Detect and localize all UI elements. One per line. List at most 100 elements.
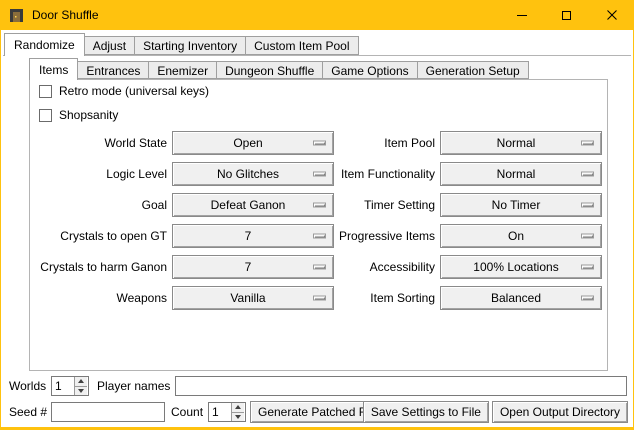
count-spin-arrows bbox=[231, 403, 244, 421]
item-sorting-value: Balanced bbox=[491, 291, 551, 305]
world-state-value: Open bbox=[233, 136, 272, 150]
timer-setting-label: Timer Setting bbox=[339, 193, 435, 217]
world-state-label: World State bbox=[37, 131, 167, 155]
worlds-spin-arrows bbox=[74, 377, 87, 395]
progressive-items-value: On bbox=[508, 229, 534, 243]
timer-setting-value: No Timer bbox=[492, 198, 551, 212]
spin-up-button[interactable] bbox=[75, 377, 87, 386]
tab-adjust[interactable]: Adjust bbox=[84, 36, 135, 55]
close-button[interactable] bbox=[589, 0, 634, 30]
retro-mode-row: Retro mode (universal keys) bbox=[39, 84, 209, 98]
weapons-label: Weapons bbox=[37, 286, 167, 310]
tab-dungeon-shuffle[interactable]: Dungeon Shuffle bbox=[216, 61, 323, 79]
minimize-icon bbox=[517, 15, 527, 16]
output-buttons: Save Settings to File Open Output Direct… bbox=[363, 401, 628, 423]
dropdown-indicator-icon bbox=[313, 172, 326, 177]
timer-setting-dropdown[interactable]: No Timer bbox=[440, 193, 602, 217]
tab-items[interactable]: Items bbox=[29, 58, 78, 80]
arrow-up-icon bbox=[78, 379, 84, 383]
item-pool-dropdown[interactable]: Normal bbox=[440, 131, 602, 155]
crystals-ganon-label: Crystals to harm Ganon bbox=[37, 255, 167, 279]
caption-buttons bbox=[499, 0, 634, 30]
goal-label: Goal bbox=[37, 193, 167, 217]
spin-down-button[interactable] bbox=[75, 386, 87, 396]
dropdown-indicator-icon bbox=[581, 172, 594, 177]
tab-randomize[interactable]: Randomize bbox=[4, 33, 85, 56]
arrow-down-icon bbox=[235, 415, 241, 419]
logic-level-value: No Glitches bbox=[217, 167, 289, 181]
count-value-input[interactable] bbox=[209, 403, 231, 421]
weapons-dropdown[interactable]: Vanilla bbox=[172, 286, 334, 310]
dropdown-indicator-icon bbox=[313, 141, 326, 146]
dropdown-indicator-icon bbox=[581, 141, 594, 146]
dropdown-indicator-icon bbox=[581, 296, 594, 301]
app-window: Door Shuffle Randomize Adjust Starting I… bbox=[0, 0, 634, 430]
close-icon bbox=[607, 10, 617, 20]
progressive-items-label: Progressive Items bbox=[339, 224, 435, 248]
tab-starting-inventory[interactable]: Starting Inventory bbox=[134, 36, 246, 55]
inner-tab-bar: Items Entrances Enemizer Dungeon Shuffle… bbox=[29, 58, 529, 80]
tab-custom-item-pool[interactable]: Custom Item Pool bbox=[245, 36, 358, 55]
progressive-items-dropdown[interactable]: On bbox=[440, 224, 602, 248]
dropdown-indicator-icon bbox=[581, 203, 594, 208]
maximize-button[interactable] bbox=[544, 0, 589, 30]
retro-mode-label: Retro mode (universal keys) bbox=[59, 84, 209, 98]
dropdown-indicator-icon bbox=[313, 296, 326, 301]
minimize-button[interactable] bbox=[499, 0, 544, 30]
accessibility-dropdown[interactable]: 100% Locations bbox=[440, 255, 602, 279]
dropdown-indicator-icon bbox=[581, 234, 594, 239]
weapons-value: Vanilla bbox=[230, 291, 275, 305]
retro-mode-checkbox[interactable] bbox=[39, 85, 52, 98]
spin-down-button[interactable] bbox=[232, 412, 244, 422]
dropdown-indicator-icon bbox=[581, 265, 594, 270]
count-spinner[interactable] bbox=[208, 402, 246, 422]
shopsanity-checkbox[interactable] bbox=[39, 109, 52, 122]
player-names-label: Player names bbox=[97, 375, 170, 397]
item-sorting-label: Item Sorting bbox=[339, 286, 435, 310]
crystals-gt-label: Crystals to open GT bbox=[37, 224, 167, 248]
dropdown-indicator-icon bbox=[313, 265, 326, 270]
crystals-ganon-value: 7 bbox=[245, 260, 262, 274]
spin-up-button[interactable] bbox=[232, 403, 244, 412]
item-functionality-dropdown[interactable]: Normal bbox=[440, 162, 602, 186]
save-settings-button[interactable]: Save Settings to File bbox=[363, 401, 489, 423]
logic-level-label: Logic Level bbox=[37, 162, 167, 186]
shopsanity-row: Shopsanity bbox=[39, 108, 118, 122]
arrow-down-icon bbox=[78, 389, 84, 393]
goal-value: Defeat Ganon bbox=[211, 198, 296, 212]
open-output-directory-button[interactable]: Open Output Directory bbox=[492, 401, 628, 423]
dropdown-indicator-icon bbox=[313, 203, 326, 208]
logic-level-dropdown[interactable]: No Glitches bbox=[172, 162, 334, 186]
item-pool-value: Normal bbox=[497, 136, 546, 150]
accessibility-value: 100% Locations bbox=[473, 260, 568, 274]
crystals-ganon-dropdown[interactable]: 7 bbox=[172, 255, 334, 279]
shopsanity-label: Shopsanity bbox=[59, 108, 118, 122]
tab-game-options[interactable]: Game Options bbox=[322, 61, 417, 79]
seed-label: Seed # bbox=[9, 401, 47, 423]
seed-input[interactable] bbox=[51, 402, 165, 422]
worlds-value-input[interactable] bbox=[52, 377, 74, 395]
crystals-gt-dropdown[interactable]: 7 bbox=[172, 224, 334, 248]
item-functionality-value: Normal bbox=[497, 167, 546, 181]
outer-tab-bar: Randomize Adjust Starting Inventory Cust… bbox=[4, 33, 359, 56]
worlds-spinner[interactable] bbox=[51, 376, 89, 396]
tab-generation-setup[interactable]: Generation Setup bbox=[417, 61, 529, 79]
settings-grid: World State Open Item Pool Normal Logic … bbox=[37, 131, 602, 310]
dropdown-indicator-icon bbox=[313, 234, 326, 239]
item-pool-label: Item Pool bbox=[339, 131, 435, 155]
item-sorting-dropdown[interactable]: Balanced bbox=[440, 286, 602, 310]
goal-dropdown[interactable]: Defeat Ganon bbox=[172, 193, 334, 217]
accessibility-label: Accessibility bbox=[339, 255, 435, 279]
arrow-up-icon bbox=[235, 405, 241, 409]
world-state-dropdown[interactable]: Open bbox=[172, 131, 334, 155]
tab-entrances[interactable]: Entrances bbox=[77, 61, 149, 79]
player-names-input[interactable] bbox=[175, 376, 627, 396]
worlds-label: Worlds bbox=[9, 375, 46, 397]
crystals-gt-value: 7 bbox=[245, 229, 262, 243]
item-functionality-label: Item Functionality bbox=[339, 162, 435, 186]
tab-enemizer[interactable]: Enemizer bbox=[148, 61, 217, 79]
titlebar: Door Shuffle bbox=[0, 0, 634, 30]
app-icon bbox=[9, 8, 24, 23]
count-label: Count bbox=[171, 401, 203, 423]
window-title: Door Shuffle bbox=[32, 8, 99, 22]
